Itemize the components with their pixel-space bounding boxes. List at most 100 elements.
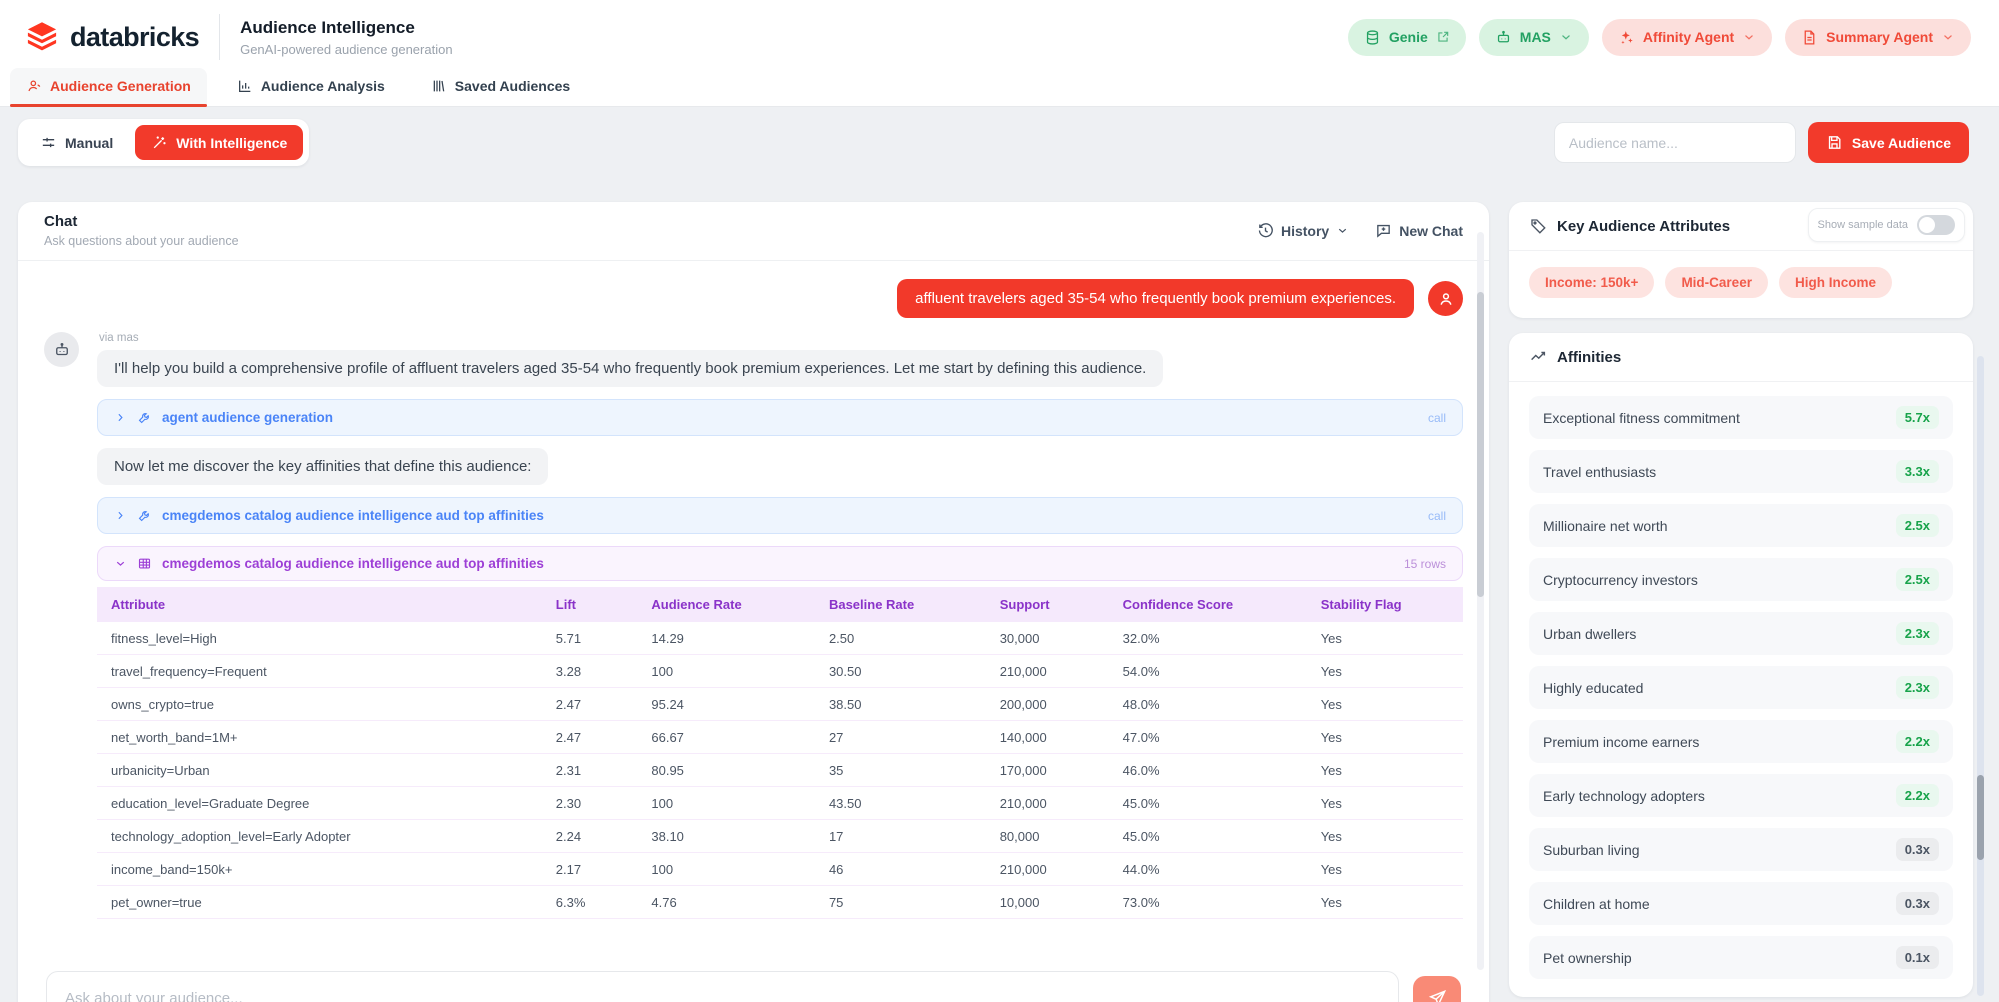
- attributes-title: Key Audience Attributes: [1557, 218, 1730, 235]
- affinity-item: Travel enthusiasts 3.3x: [1529, 450, 1953, 493]
- affinity-item: Premium income earners 2.2x: [1529, 720, 1953, 763]
- sidebar-scrollbar-track[interactable]: [1977, 356, 1984, 996]
- summary-agent-button[interactable]: Summary Agent: [1785, 19, 1971, 56]
- lift-badge: 2.5x: [1896, 568, 1939, 591]
- send-plane-icon: [1428, 989, 1447, 1002]
- saved-list-icon: [431, 78, 447, 94]
- user-avatar: [1428, 281, 1463, 316]
- chat-scrollbar-thumb[interactable]: [1477, 292, 1484, 597]
- affinity-item: Cryptocurrency investors 2.5x: [1529, 558, 1953, 601]
- person-icon: [26, 78, 42, 94]
- table-row: income_band=150k+ 2.17 100 46 210,000 44…: [97, 853, 1463, 886]
- with-intelligence-mode-button[interactable]: With Intelligence: [135, 125, 303, 160]
- chat-title: Chat: [44, 213, 239, 230]
- history-button[interactable]: History: [1257, 222, 1349, 239]
- tool-call-top-affinities[interactable]: cmegdemos catalog audience intelligence …: [97, 497, 1463, 534]
- table-row: pet_owner=true 6.3% 4.76 75 10,000 73.0%…: [97, 886, 1463, 919]
- tab-audience-generation[interactable]: Audience Generation: [10, 68, 207, 106]
- attribute-chip: High Income: [1779, 267, 1892, 298]
- tab-saved-audiences[interactable]: Saved Audiences: [415, 68, 586, 106]
- trending-up-icon: [1529, 348, 1547, 366]
- via-label: via mas: [99, 332, 1463, 344]
- affinity-item: Children at home 0.3x: [1529, 882, 1953, 925]
- lift-badge: 2.2x: [1896, 784, 1939, 807]
- lift-badge: 5.7x: [1896, 406, 1939, 429]
- robot-icon: [1495, 29, 1512, 46]
- attribute-chip: Income: 150k+: [1529, 267, 1654, 298]
- show-sample-data-toggle[interactable]: [1917, 215, 1955, 235]
- page-subtitle: GenAI-powered audience generation: [240, 42, 452, 57]
- lift-badge: 2.3x: [1896, 622, 1939, 645]
- lift-badge: 2.3x: [1896, 676, 1939, 699]
- table-row: owns_crypto=true 2.47 95.24 38.50 200,00…: [97, 688, 1463, 721]
- history-clock-icon: [1257, 222, 1274, 239]
- page-title: Audience Intelligence: [240, 18, 452, 38]
- show-sample-data-control: Show sample data: [1808, 208, 1966, 242]
- app-header: databricks Audience Intelligence GenAI-p…: [0, 0, 1999, 107]
- user-message: affluent travelers aged 35-54 who freque…: [897, 279, 1414, 318]
- affinity-item: Exceptional fitness commitment 5.7x: [1529, 396, 1953, 439]
- sparkles-icon: [1618, 29, 1635, 46]
- wrench-icon: [137, 508, 152, 523]
- tool-call-agent-audience-generation[interactable]: agent audience generation call: [97, 399, 1463, 436]
- table-row: travel_frequency=Frequent 3.28 100 30.50…: [97, 655, 1463, 688]
- affinity-item: Millionaire net worth 2.5x: [1529, 504, 1953, 547]
- show-sample-data-label: Show sample data: [1818, 219, 1909, 231]
- chevron-right-icon: [114, 509, 127, 522]
- new-chat-icon: [1375, 222, 1392, 239]
- table-header-row: Attribute Lift Audience Rate Baseline Ra…: [97, 587, 1463, 622]
- mode-switch: Manual With Intelligence: [18, 119, 309, 166]
- genie-button[interactable]: Genie: [1348, 19, 1466, 56]
- affinity-item: Early technology adopters 2.2x: [1529, 774, 1953, 817]
- chat-input[interactable]: [46, 971, 1399, 1002]
- save-audience-button[interactable]: Save Audience: [1808, 122, 1969, 163]
- new-chat-button[interactable]: New Chat: [1375, 222, 1463, 239]
- lift-badge: 2.5x: [1896, 514, 1939, 537]
- table-row: fitness_level=High 5.71 14.29 2.50 30,00…: [97, 622, 1463, 655]
- tab-audience-analysis[interactable]: Audience Analysis: [221, 68, 401, 106]
- databricks-brand: databricks: [24, 19, 199, 55]
- header-divider: [219, 14, 220, 60]
- audience-name-input[interactable]: [1554, 122, 1796, 163]
- chat-messages: affluent travelers aged 35-54 who freque…: [18, 261, 1489, 961]
- send-button[interactable]: [1413, 976, 1461, 1002]
- affinity-agent-button[interactable]: Affinity Agent: [1602, 19, 1772, 56]
- table-grid-icon: [137, 556, 152, 571]
- chat-panel: Chat Ask questions about your audience H…: [18, 202, 1489, 1002]
- call-status: call: [1428, 509, 1446, 523]
- call-status: call: [1428, 411, 1446, 425]
- chevron-down-icon: [1336, 224, 1349, 237]
- result-table-header[interactable]: cmegdemos catalog audience intelligence …: [97, 546, 1463, 581]
- table-row: net_worth_band=1M+ 2.47 66.67 27 140,000…: [97, 721, 1463, 754]
- document-icon: [1801, 29, 1818, 46]
- affinity-item: Urban dwellers 2.3x: [1529, 612, 1953, 655]
- chevron-down-icon: [1941, 30, 1955, 44]
- database-icon: [1364, 29, 1381, 46]
- affinity-item: Highly educated 2.3x: [1529, 666, 1953, 709]
- table-row: technology_adoption_level=Early Adopter …: [97, 820, 1463, 853]
- lift-badge: 0.1x: [1896, 946, 1939, 969]
- main-tabs: Audience Generation Audience Analysis Sa…: [0, 68, 1999, 107]
- affinity-item: Pet ownership 0.1x: [1529, 936, 1953, 979]
- external-link-icon: [1436, 30, 1450, 44]
- right-sidebar: Key Audience Attributes Show sample data…: [1509, 202, 1973, 997]
- sidebar-scrollbar-thumb[interactable]: [1977, 775, 1984, 860]
- assistant-avatar: [44, 332, 79, 367]
- robot-icon: [53, 341, 71, 359]
- table-row: urbanicity=Urban 2.31 80.95 35 170,000 4…: [97, 754, 1463, 787]
- assistant-message: I'll help you build a comprehensive prof…: [97, 350, 1163, 387]
- databricks-logo-icon: [24, 19, 60, 55]
- manual-mode-button[interactable]: Manual: [24, 125, 129, 160]
- mas-button[interactable]: MAS: [1479, 19, 1589, 56]
- attribute-chip: Mid-Career: [1665, 267, 1768, 298]
- chat-subtitle: Ask questions about your audience: [44, 234, 239, 248]
- assistant-message: Now let me discover the key affinities t…: [97, 448, 548, 485]
- save-icon: [1826, 134, 1843, 151]
- lift-badge: 0.3x: [1896, 838, 1939, 861]
- affinities-title: Affinities: [1557, 349, 1621, 366]
- table-row: education_level=Graduate Degree 2.30 100…: [97, 787, 1463, 820]
- tag-icon: [1529, 217, 1547, 235]
- brand-name: databricks: [70, 22, 199, 53]
- key-audience-attributes-card: Key Audience Attributes Show sample data…: [1509, 202, 1973, 318]
- chevron-down-icon: [1742, 30, 1756, 44]
